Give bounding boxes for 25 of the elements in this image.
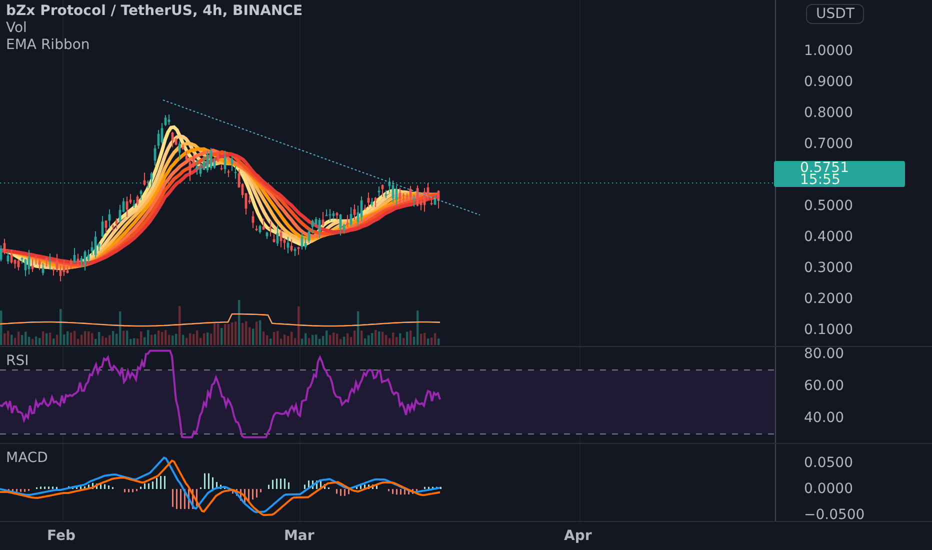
macd-label: −0.0500 <box>803 506 866 525</box>
rsi-label: 80.00 <box>803 345 846 364</box>
macd-label: 0.0500 <box>803 454 854 473</box>
last-price-tag: 0.5751 15:55 <box>774 161 905 187</box>
symbol-title: bZx Protocol / TetherUS, 4h, BINANCE <box>6 3 303 20</box>
rsi-label: 40.00 <box>803 409 846 428</box>
price-label: 0.1000 <box>803 321 854 340</box>
time-label: Feb <box>47 528 76 544</box>
price-label: 1.0000 <box>803 42 854 61</box>
price-label: 0.5000 <box>803 197 854 216</box>
macd-label: 0.0000 <box>803 480 854 499</box>
currency-button[interactable]: USDT <box>806 4 864 24</box>
time-label: Mar <box>284 528 314 544</box>
price-label: 0.8000 <box>803 104 854 123</box>
indicator-label: Vol <box>6 20 28 37</box>
price-label: 0.9000 <box>803 73 854 92</box>
indicator-label: RSI <box>6 353 29 370</box>
price-label: 0.3000 <box>803 259 854 278</box>
indicator-label: MACD <box>6 450 48 467</box>
time-label: Apr <box>564 528 592 544</box>
rsi-label: 60.00 <box>803 377 846 396</box>
price-label: 0.7000 <box>803 135 854 154</box>
price-label: 0.2000 <box>803 290 854 309</box>
indicator-label: EMA Ribbon <box>6 37 91 54</box>
price-label: 0.4000 <box>803 228 854 247</box>
